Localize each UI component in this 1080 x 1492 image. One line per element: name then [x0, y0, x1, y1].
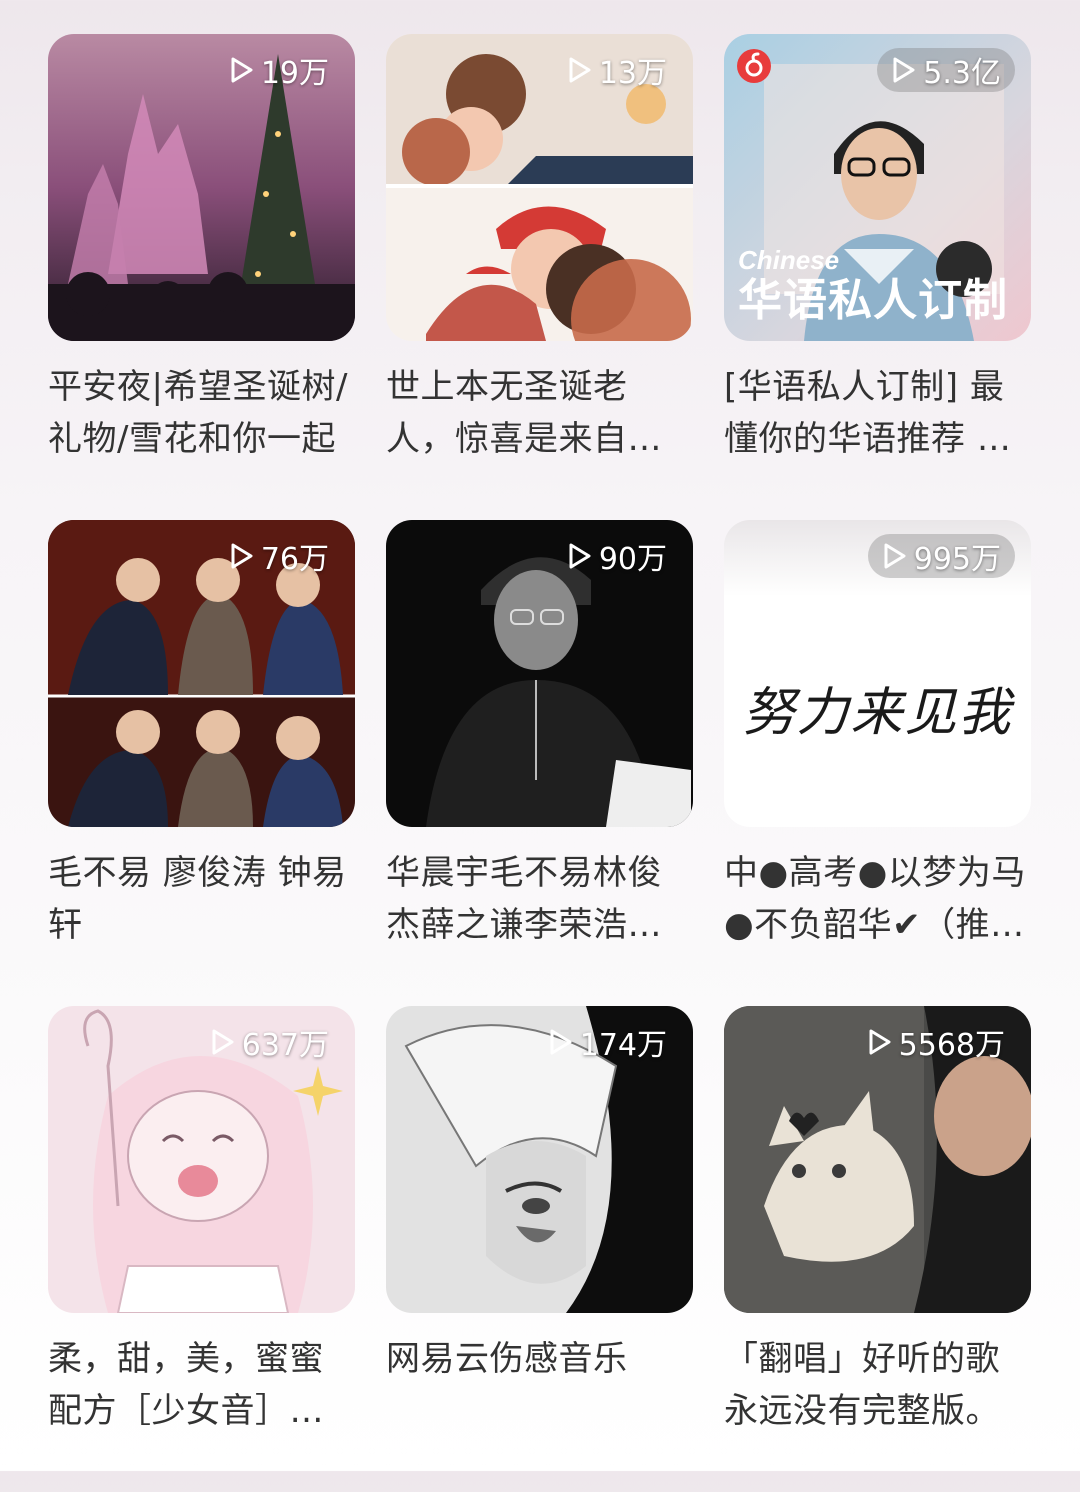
- playlist-title[interactable]: 中●高考●以梦为马●不负韶华✔（推荐）: [724, 847, 1031, 951]
- playlist-title[interactable]: 毛不易 廖俊涛 钟易轩: [48, 847, 355, 951]
- playlist-cover[interactable]: 637万: [48, 1006, 355, 1313]
- play-count-badge: 5568万: [867, 1020, 1005, 1064]
- playlist-grid: 19万 平安夜|希望圣诞树/礼物/雪花和你一起 13万 世上本无圣诞老人，惊喜是…: [48, 34, 1032, 1492]
- playlist-title[interactable]: 华晨宇毛不易林俊杰薛之谦李荣浩周杰伦: [386, 847, 693, 951]
- playlist-title[interactable]: 「翻唱」好听的歌永远没有完整版。: [724, 1333, 1031, 1437]
- play-count: 995万: [913, 542, 1001, 577]
- play-count-badge: 13万: [567, 48, 667, 92]
- cover-overlay-text: Chinese 华语私人订制: [738, 245, 1008, 327]
- cover-overlay-en: Chinese: [738, 245, 840, 275]
- play-count: 637万: [241, 1028, 329, 1063]
- playlist-card[interactable]: 637万 柔，甜，美，蜜蜜配方［少女音］合集: [48, 1006, 355, 1492]
- play-count: 5568万: [898, 1028, 1005, 1063]
- playlist-cover[interactable]: 努力来见我 995万: [724, 520, 1031, 827]
- playlist-card[interactable]: 174万 网易云伤感音乐: [386, 1006, 693, 1492]
- playlist-cover[interactable]: 5568万: [724, 1006, 1031, 1313]
- playlist-card[interactable]: 5568万 「翻唱」好听的歌永远没有完整版。: [724, 1006, 1031, 1492]
- playlist-cover[interactable]: 76万: [48, 520, 355, 827]
- netease-music-logo-icon: [736, 48, 772, 84]
- play-count: 19万: [260, 56, 329, 91]
- play-icon: [229, 56, 255, 84]
- play-icon: [867, 1028, 893, 1056]
- play-count: 5.3亿: [923, 56, 1001, 91]
- play-icon: [567, 56, 593, 84]
- play-count: 76万: [260, 542, 329, 577]
- playlist-card[interactable]: 努力来见我 995万 中●高考●以梦为马●不负韶华✔（推荐）: [724, 520, 1031, 1006]
- playlist-card[interactable]: 90万 华晨宇毛不易林俊杰薛之谦李荣浩周杰伦: [386, 520, 693, 1006]
- play-icon: [210, 1028, 236, 1056]
- playlist-card[interactable]: 19万 平安夜|希望圣诞树/礼物/雪花和你一起: [48, 34, 355, 520]
- playlist-cover[interactable]: 5.3亿 Chinese 华语私人订制: [724, 34, 1031, 341]
- play-count-badge: 637万: [210, 1020, 329, 1064]
- playlist-card[interactable]: 5.3亿 Chinese 华语私人订制 [华语私人订制] 最懂你的华语推荐 每日…: [724, 34, 1031, 520]
- play-count: 90万: [598, 542, 667, 577]
- play-icon: [567, 542, 593, 570]
- playlist-cover[interactable]: 174万: [386, 1006, 693, 1313]
- cover-overlay-zh: 华语私人订制: [738, 276, 1008, 325]
- playlist-title[interactable]: [华语私人订制] 最懂你的华语推荐 每日更新: [724, 361, 1031, 465]
- play-count-badge: 76万: [229, 534, 329, 578]
- play-count-badge: 995万: [867, 534, 1015, 578]
- play-count: 174万: [579, 1028, 667, 1063]
- play-icon: [229, 542, 255, 570]
- play-count-badge: 19万: [229, 48, 329, 92]
- playlist-cover[interactable]: 90万: [386, 520, 693, 827]
- play-count: 13万: [598, 56, 667, 91]
- playlist-card[interactable]: 13万 世上本无圣诞老人，惊喜是来自爱你的人: [386, 34, 693, 520]
- playlist-title[interactable]: 柔，甜，美，蜜蜜配方［少女音］合集: [48, 1333, 355, 1437]
- play-count-badge: 174万: [548, 1020, 667, 1064]
- handwriting-text: 努力来见我: [742, 683, 1013, 743]
- playlist-cover[interactable]: 13万: [386, 34, 693, 341]
- playlist-title[interactable]: 世上本无圣诞老人，惊喜是来自爱你的人: [386, 361, 693, 465]
- play-icon: [882, 542, 908, 570]
- play-count-badge: 5.3亿: [877, 48, 1015, 92]
- play-icon: [548, 1028, 574, 1056]
- play-icon: [891, 56, 917, 84]
- playlist-title[interactable]: 平安夜|希望圣诞树/礼物/雪花和你一起: [48, 361, 355, 465]
- playlist-title[interactable]: 网易云伤感音乐: [386, 1333, 693, 1385]
- play-count-badge: 90万: [567, 534, 667, 578]
- playlist-card[interactable]: 76万 毛不易 廖俊涛 钟易轩: [48, 520, 355, 1006]
- playlist-cover[interactable]: 19万: [48, 34, 355, 341]
